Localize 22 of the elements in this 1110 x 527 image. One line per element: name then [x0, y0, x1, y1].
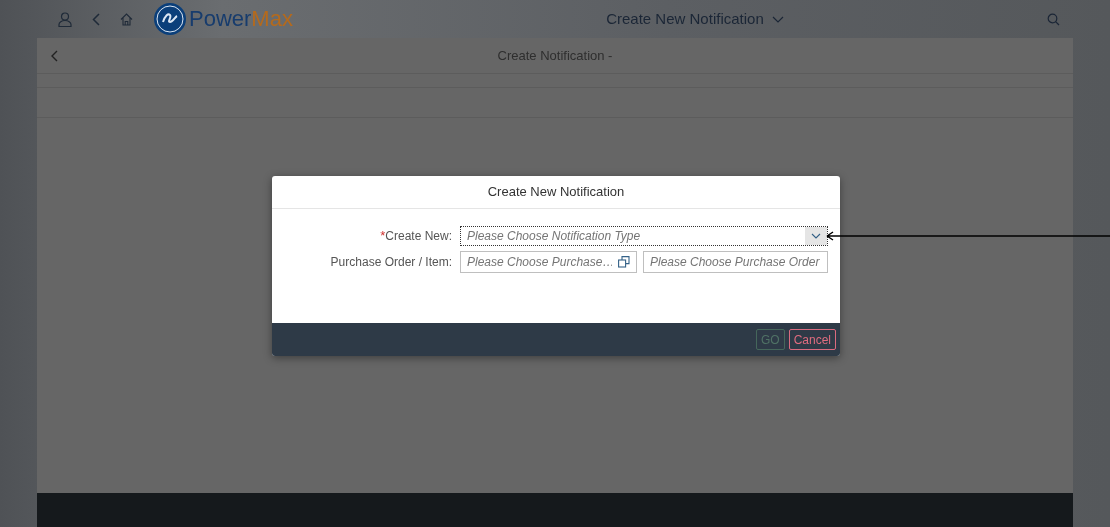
- search-icon[interactable]: [1047, 12, 1060, 26]
- required-mark: *: [380, 227, 386, 246]
- purchase-order-field[interactable]: Please Choose Purchase…: [460, 251, 637, 273]
- dialog-title: Create New Notification: [487, 183, 625, 202]
- dropdown-button[interactable]: [805, 227, 827, 245]
- notification-type-dropdown[interactable]: Please Choose Notification Type: [460, 226, 828, 246]
- page-title: Create Notification -: [497, 46, 613, 65]
- value-help-icon[interactable]: [618, 256, 630, 268]
- chevron-down-icon: [811, 233, 821, 239]
- field-label: Create New:: [385, 228, 452, 245]
- field-label: Purchase Order / Item:: [330, 254, 452, 271]
- user-icon[interactable]: [58, 11, 72, 27]
- back-icon[interactable]: [51, 49, 58, 62]
- app-title-menu[interactable]: Create New Notification: [606, 7, 784, 31]
- logo-icon: [153, 2, 187, 36]
- purchase-order-item-field[interactable]: Please Choose Purchase Order: [643, 251, 828, 273]
- notification-type-field[interactable]: Please Choose Notification Type: [461, 227, 805, 245]
- chevron-down-icon: [771, 15, 784, 23]
- cancel-button[interactable]: Cancel: [788, 329, 836, 350]
- brand-name: PowerMax: [189, 8, 293, 30]
- back-icon[interactable]: [92, 12, 100, 26]
- home-icon[interactable]: [120, 12, 133, 26]
